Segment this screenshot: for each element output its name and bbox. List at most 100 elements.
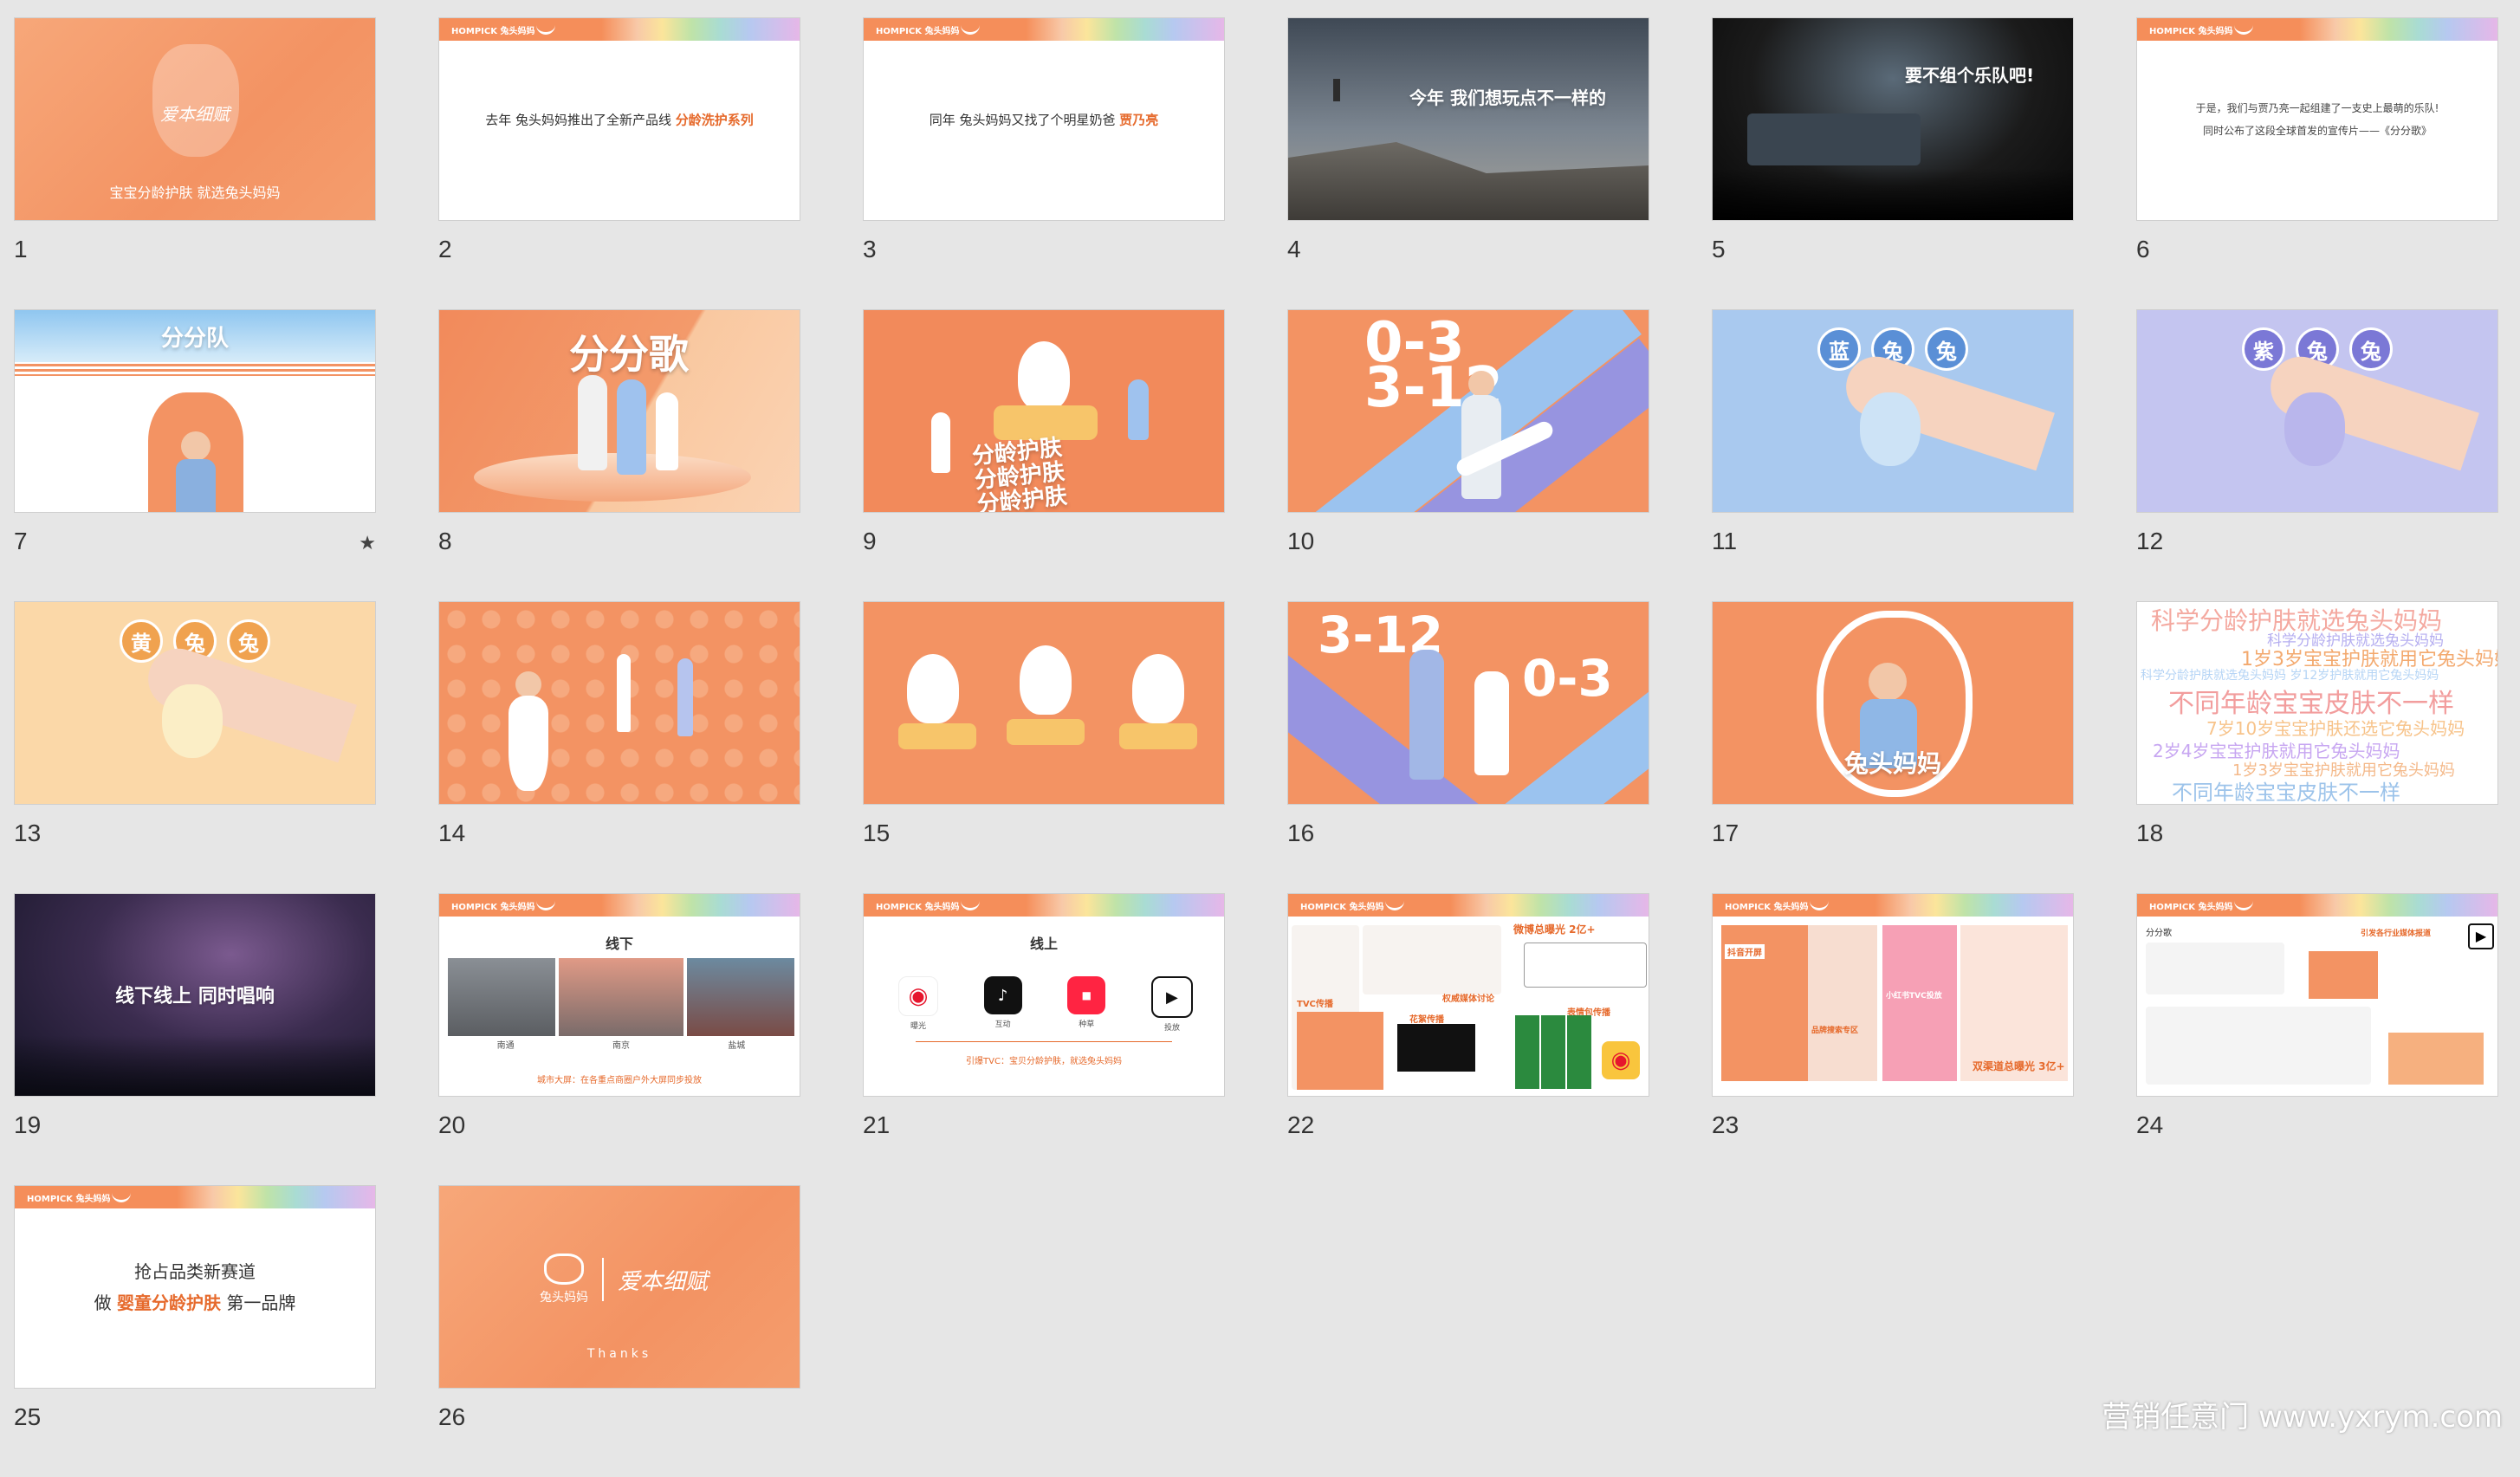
slide-thumbnail-10[interactable]: 0-3 3-12 xyxy=(1287,309,1649,513)
slide-header-bar: HOMPICK 兔头妈妈 xyxy=(1288,894,1649,917)
slide-header-bar: HOMPICK 兔头妈妈 xyxy=(2137,894,2497,917)
slide-number: 16 xyxy=(1287,819,1315,846)
smile-logo xyxy=(2234,23,2253,35)
brand-logo: HOMPICK 兔头妈妈 xyxy=(876,903,960,912)
brand-logo: HOMPICK 兔头妈妈 xyxy=(2149,27,2233,36)
crowd-silhouette xyxy=(15,1035,375,1096)
slide-thumbnail-15[interactable] xyxy=(863,601,1225,805)
slide-thumbnail-13[interactable]: 黄 兔 兔 xyxy=(14,601,376,805)
slide-number: 17 xyxy=(1712,819,1739,846)
brand-logo: HOMPICK 兔头妈妈 xyxy=(1725,903,1809,912)
slide-thumbnail-3[interactable]: HOMPICK 兔头妈妈 同年 兔头妈妈又找了个明星奶爸 贾乃亮 xyxy=(863,17,1225,221)
slide-cell-9: 分龄护肤 分龄护肤 分龄护肤 9 xyxy=(863,309,1225,601)
slide-2-text: 去年 兔头妈妈推出了全新产品线 分龄洗护系列 xyxy=(439,110,800,128)
article-image xyxy=(2388,1033,2484,1085)
slide-cell-21: HOMPICK 兔头妈妈 线上 ◉ 曝光 ♪ 互动 ■ 种草 ▶ 投放 引爆TV… xyxy=(863,893,1225,1185)
slide-cell-25: HOMPICK 兔头妈妈 抢占品类新赛道 做 婴童分龄护肤 第一品牌 25 xyxy=(14,1185,376,1477)
slide-number: 25 xyxy=(14,1403,42,1430)
slide-cell-22: HOMPICK 兔头妈妈 微博总曝光 2亿+ TVC传播 权威媒体讨论 花絮传播… xyxy=(1287,893,1649,1185)
slide-number: 8 xyxy=(438,528,452,554)
weibo-icon: ◉ xyxy=(898,976,938,1016)
title-circle: 紫 xyxy=(2242,327,2285,371)
platform-xiaohongshu: ■ 种草 xyxy=(1067,976,1106,1033)
slide-thumbnail-12[interactable]: 紫 兔 兔 xyxy=(2136,309,2498,513)
slide-cell-17: 兔头妈妈 17 xyxy=(1712,601,2074,893)
star-icon[interactable]: ★ xyxy=(359,533,376,554)
slide-thumbnail-26[interactable]: 兔头妈妈 爱本细赋 Thanks xyxy=(438,1185,800,1389)
slide-thumbnail-8[interactable]: 分分歌 xyxy=(438,309,800,513)
brand-logo: HOMPICK 兔头妈妈 xyxy=(2149,903,2233,912)
billboard-photo xyxy=(559,958,683,1036)
slide-25-line-1: 抢占品类新赛道 xyxy=(134,1260,256,1282)
product-bottle xyxy=(2284,392,2345,466)
slide-20-title: 线下 xyxy=(605,936,633,952)
slide-thumbnail-2[interactable]: HOMPICK 兔头妈妈 去年 兔头妈妈推出了全新产品线 分龄洗护系列 xyxy=(438,17,800,221)
article-image xyxy=(2309,951,2378,999)
slide-25-line-2: 做 婴童分龄护肤 第一品牌 xyxy=(23,1287,366,1318)
slide-thumbnail-14[interactable] xyxy=(438,601,800,805)
article-panel xyxy=(2146,943,2284,994)
slide-thumbnail-22[interactable]: HOMPICK 兔头妈妈 微博总曝光 2亿+ TVC传播 权威媒体讨论 花絮传播… xyxy=(1287,893,1649,1097)
slide-thumbnail-6[interactable]: HOMPICK 兔头妈妈 于是，我们与贾乃亮一起组建了一支史上最萌的乐队! 同时… xyxy=(2136,17,2498,221)
slide-thumbnail-7[interactable]: 分分队 xyxy=(14,309,376,513)
slide-thumbnail-5[interactable]: 要不组个乐队吧! xyxy=(1712,17,2074,221)
xiaohongshu-icon: ■ xyxy=(1067,976,1106,1014)
title-circle: 蓝 xyxy=(1817,327,1861,371)
slide-thumbnail-17[interactable]: 兔头妈妈 xyxy=(1712,601,2074,805)
slide-number: 19 xyxy=(14,1111,42,1138)
slide-header-bar: HOMPICK 兔头妈妈 xyxy=(439,894,800,917)
slide-6-text: 于是，我们与贾乃亮一起组建了一支史上最萌的乐队! 同时公布了这段全球首发的宣传片… xyxy=(2137,97,2497,142)
search-screen xyxy=(1808,925,1877,1081)
slide-cell-19: 线下线上 同时唱响 19 xyxy=(14,893,376,1185)
slide-thumbnail-9[interactable]: 分龄护肤 分龄护肤 分龄护肤 xyxy=(863,309,1225,513)
brand-logo: HOMPICK 兔头妈妈 xyxy=(451,903,535,912)
slide-thumbnail-16[interactable]: 3-12 0-3 xyxy=(1287,601,1649,805)
slide-cell-12: 紫 兔 兔 12 xyxy=(2136,309,2498,601)
slide-cell-1: 爱本细赋 宝宝分龄护肤 就选兔头妈妈 1 xyxy=(14,17,376,309)
crowd-shadow xyxy=(1713,168,2073,220)
stats-box xyxy=(1524,943,1647,988)
slide-thumbnail-25[interactable]: HOMPICK 兔头妈妈 抢占品类新赛道 做 婴童分龄护肤 第一品牌 xyxy=(14,1185,376,1389)
slide-cell-18: 科学分龄护肤就选兔头妈妈 科学分龄护肤就选兔头妈妈 1岁3岁宝宝护肤就用它兔头妈… xyxy=(2136,601,2498,893)
slide-cell-15: 15 xyxy=(863,601,1225,893)
slide-thumbnail-4[interactable]: 今年 我们想玩点不一样的 xyxy=(1287,17,1649,221)
platform-label: 种草 xyxy=(1079,1020,1095,1029)
smile-logo xyxy=(536,899,555,910)
slide-thumbnail-11[interactable]: 蓝 兔 兔 xyxy=(1712,309,2074,513)
slide-number: 10 xyxy=(1287,528,1315,554)
slide-cell-10: 0-3 3-12 10 xyxy=(1287,309,1649,601)
logo-lockup: 兔头妈妈 爱本细赋 xyxy=(540,1254,708,1305)
slide-5-title: 要不组个乐队吧! xyxy=(1905,65,2035,86)
slide-thumbnail-20[interactable]: HOMPICK 兔头妈妈 线下 南通 南京 盐城 城市大屏：在各重点商圈户外大屏… xyxy=(438,893,800,1097)
smile-logo xyxy=(112,1191,131,1202)
slide-cell-2: HOMPICK 兔头妈妈 去年 兔头妈妈推出了全新产品线 分龄洗护系列 2 xyxy=(438,17,800,309)
slide-thumbnail-18[interactable]: 科学分龄护肤就选兔头妈妈 科学分龄护肤就选兔头妈妈 1岁3岁宝宝护肤就用它兔头妈… xyxy=(2136,601,2498,805)
drum-kit xyxy=(994,405,1098,440)
bunny-icon xyxy=(544,1254,584,1285)
slide-20-caption: 城市大屏：在各重点商圈户外大屏同步投放 xyxy=(537,1076,702,1085)
billboard-photo xyxy=(687,958,794,1036)
slide-thumbnail-23[interactable]: HOMPICK 兔头妈妈 抖音开屏 品牌搜索专区 小红书TVC投放 双渠道总曝光… xyxy=(1712,893,2074,1097)
slide-thumbnail-21[interactable]: HOMPICK 兔头妈妈 线上 ◉ 曝光 ♪ 互动 ■ 种草 ▶ 投放 引爆TV… xyxy=(863,893,1225,1097)
child-figure xyxy=(617,654,631,732)
slide-number: 6 xyxy=(2136,236,2150,262)
slide-number: 1 xyxy=(14,236,28,262)
slide-sorter-grid: 爱本细赋 宝宝分龄护肤 就选兔头妈妈 1 HOMPICK 兔头妈妈 去年 兔头妈… xyxy=(14,17,2498,1477)
article-panel xyxy=(2146,1007,2371,1085)
child-head xyxy=(515,671,541,697)
slide-header-bar: HOMPICK 兔头妈妈 xyxy=(15,1186,375,1208)
slide-cell-23: HOMPICK 兔头妈妈 抖音开屏 品牌搜索专区 小红书TVC投放 双渠道总曝光… xyxy=(1712,893,2074,1185)
city-labels: 南通 南京 盐城 xyxy=(448,1038,794,1051)
slide-22-headline: 微博总曝光 2亿+ xyxy=(1513,923,1596,936)
tidbit-video xyxy=(1397,1024,1475,1072)
label-tidbits: 花絮传播 xyxy=(1409,1015,1444,1025)
slide-cell-5: 要不组个乐队吧! 5 xyxy=(1712,17,2074,309)
logo-text: 兔头妈妈 xyxy=(540,1291,588,1305)
word-cloud-item: 不同年龄宝宝皮肤不一样 xyxy=(2172,781,2400,805)
slide-thumbnail-1[interactable]: 爱本细赋 宝宝分龄护肤 就选兔头妈妈 xyxy=(14,17,376,221)
person-body xyxy=(176,459,216,512)
slide-thumbnail-24[interactable]: HOMPICK 兔头妈妈 分分歌 引发各行业媒体报道 ▶ xyxy=(2136,893,2498,1097)
platform-weibo: ◉ 曝光 xyxy=(898,976,938,1033)
slide-thumbnail-19[interactable]: 线下线上 同时唱响 xyxy=(14,893,376,1097)
slide-cell-14: 14 xyxy=(438,601,800,893)
